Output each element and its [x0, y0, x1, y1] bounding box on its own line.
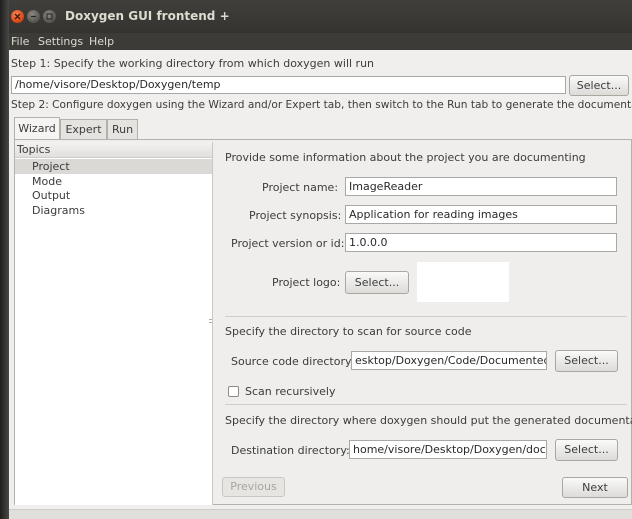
close-icon [14, 13, 21, 20]
app-window: Doxygen GUI frontend + File Settings Hel… [9, 0, 632, 519]
topic-diagrams[interactable]: Diagrams [32, 204, 85, 217]
working-dir-select-button[interactable]: Select... [569, 75, 629, 96]
close-window-button[interactable] [11, 10, 24, 23]
topic-mode[interactable]: Mode [32, 175, 62, 188]
menu-help[interactable]: Help [89, 35, 114, 48]
source-heading: Specify the directory to scan for source… [225, 325, 472, 338]
step1-label: Step 1: Specify the working directory fr… [11, 57, 375, 70]
separator-1 [225, 316, 627, 317]
splitter-handle[interactable] [209, 319, 212, 325]
scan-recursively-label: Scan recursively [245, 385, 336, 398]
minimize-window-button[interactable] [27, 10, 40, 23]
window-title: Doxygen GUI frontend + [65, 9, 230, 23]
tab-wizard[interactable]: Wizard [14, 117, 60, 140]
project-heading: Provide some information about the proje… [225, 151, 586, 164]
next-button[interactable]: Next [562, 477, 628, 498]
menu-settings[interactable]: Settings [38, 35, 83, 48]
scan-recursively-checkbox[interactable] [228, 386, 239, 397]
source-dir-label: Source code directory: [231, 355, 355, 368]
maximize-icon [46, 13, 53, 20]
maximize-window-button[interactable] [43, 10, 56, 23]
project-logo-select-button[interactable]: Select... [345, 271, 409, 294]
status-bar [9, 509, 632, 519]
project-synopsis-input[interactable]: Application for reading images [345, 205, 617, 224]
project-logo-label: Project logo: [272, 276, 341, 289]
tab-expert[interactable]: Expert [60, 119, 107, 139]
source-dir-select-button[interactable]: Select... [555, 350, 618, 372]
topic-project[interactable]: Project [32, 160, 70, 173]
destination-dir-label: Destination directory: [231, 444, 350, 457]
topics-header-label: Topics [17, 143, 51, 156]
source-dir-input[interactable]: esktop/Doxygen/Code/Documented [351, 351, 547, 370]
project-version-label: Project version or id: [231, 237, 345, 250]
destination-heading: Specify the directory where doxygen shou… [225, 414, 632, 427]
project-name-input[interactable]: ImageReader [345, 177, 617, 196]
menu-file[interactable]: File [11, 35, 29, 48]
topics-tree: Topics Project Mode Output Diagrams [15, 142, 213, 505]
tab-run[interactable]: Run [107, 119, 138, 139]
destination-dir-select-button[interactable]: Select... [555, 439, 618, 461]
destination-dir-input[interactable]: home/visore/Desktop/Doxygen/docs [349, 440, 547, 459]
project-synopsis-label: Project synopsis: [249, 209, 342, 222]
project-logo-preview [417, 262, 509, 302]
step2-label: Step 2: Configure doxygen using the Wiza… [11, 99, 632, 111]
working-dir-input[interactable]: /home/visore/Desktop/Doxygen/temp [11, 76, 566, 94]
project-version-input[interactable]: 1.0.0.0 [345, 233, 617, 252]
menu-bar: File Settings Help [9, 33, 632, 50]
separator-2 [225, 404, 627, 405]
project-name-label: Project name: [262, 181, 339, 194]
minimize-icon [31, 15, 36, 18]
title-bar[interactable]: Doxygen GUI frontend + [9, 0, 632, 33]
desktop-shadow [0, 0, 9, 519]
topics-header: Topics [15, 142, 212, 158]
previous-button[interactable]: Previous [222, 477, 285, 497]
topic-output[interactable]: Output [32, 189, 70, 202]
